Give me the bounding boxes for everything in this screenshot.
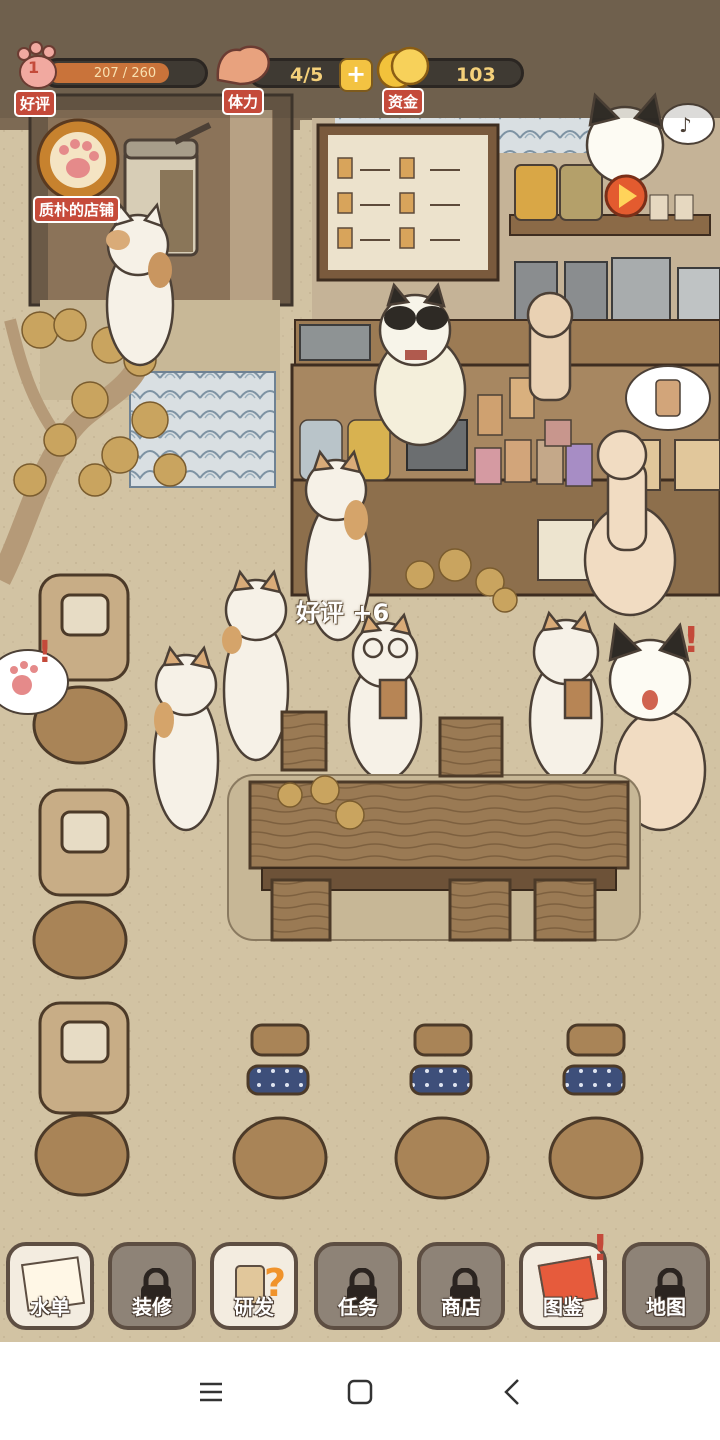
paw-notification[interactable]: [0, 649, 69, 715]
tasks-button[interactable]: 任务: [314, 1242, 402, 1330]
funds-value: 103: [456, 64, 496, 86]
rating-gain-text: 好评 +6: [296, 599, 390, 627]
collection-button-label: 图鉴: [543, 1295, 583, 1319]
play-icon[interactable]: [604, 174, 648, 218]
stamina-label: 体力: [222, 88, 265, 115]
rating-label: 好评: [14, 90, 57, 117]
system-nav-bar: [0, 1342, 720, 1440]
svg-text:!: !: [683, 620, 699, 661]
map-button[interactable]: 地图: [622, 1242, 710, 1330]
decorate-button[interactable]: 装修: [108, 1242, 196, 1330]
decorate-button-label: 装修: [132, 1295, 172, 1319]
shop-emblem[interactable]: [36, 118, 120, 202]
shop-name-label[interactable]: 质朴的店铺: [33, 196, 121, 223]
shop-button[interactable]: 商店: [417, 1242, 505, 1330]
research-button[interactable]: ? 研发: [210, 1242, 298, 1330]
muscle-icon: [216, 45, 270, 86]
funds-label: 资金: [382, 88, 425, 115]
plus-icon[interactable]: +: [339, 58, 373, 92]
coin-icon: [376, 46, 430, 90]
tasks-button-label: 任务: [338, 1295, 378, 1319]
menu-icon[interactable]: [190, 1372, 230, 1412]
stamina-value: 4/5: [290, 64, 324, 86]
rating-level: 1: [28, 58, 40, 77]
svg-text:!: !: [38, 635, 52, 670]
home-icon[interactable]: [340, 1372, 380, 1412]
menu-button-label: 水单: [30, 1295, 70, 1319]
collection-alert-icon: !: [592, 1228, 609, 1269]
bottom-toolbar: 水单 装修 ? 研发 任务 商店 图鉴 ! 地图: [0, 1228, 720, 1338]
map-button-label: 地图: [646, 1295, 686, 1319]
game-viewport[interactable]: ♪ ! ! 207 / 260 1 好评 4/5 体力 + 103 资金 质朴的…: [0, 0, 720, 1342]
research-button-label: 研发: [234, 1295, 274, 1319]
rating-value: 207 / 260: [93, 66, 157, 81]
back-icon[interactable]: [492, 1372, 532, 1412]
shop-button-label: 商店: [441, 1295, 481, 1319]
menu-button[interactable]: 水单: [6, 1242, 94, 1330]
